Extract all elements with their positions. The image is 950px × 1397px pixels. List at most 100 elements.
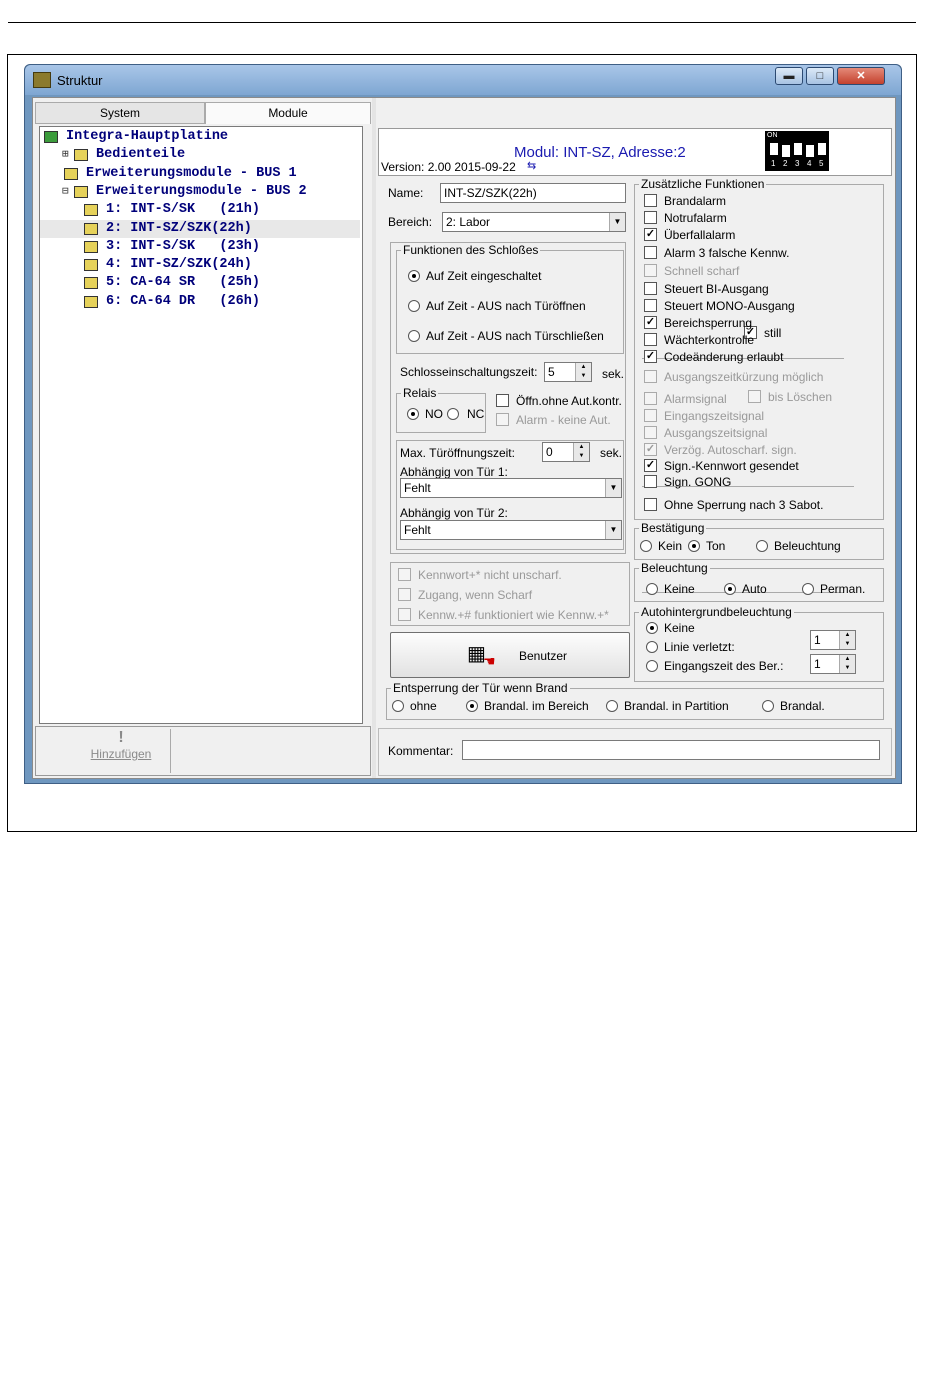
function-checkbox[interactable]: ✓ bbox=[644, 350, 657, 363]
benutzer-label: Benutzer bbox=[519, 649, 568, 663]
close-button[interactable]: ✕ bbox=[837, 67, 885, 85]
tab-system[interactable]: System bbox=[35, 102, 205, 124]
tree-item[interactable]: ⊞ Bedienteile bbox=[40, 146, 360, 164]
tree-item[interactable]: ⊟ Erweiterungsmodule - BUS 2 bbox=[40, 183, 360, 201]
dip-on-label: ON bbox=[767, 132, 778, 139]
relais-no-radio[interactable] bbox=[407, 408, 419, 420]
brand-radio[interactable] bbox=[392, 700, 404, 712]
function-checkbox[interactable]: ✓ bbox=[644, 228, 657, 241]
brand-label: Brandal. im Bereich bbox=[484, 699, 589, 713]
function-checkbox[interactable] bbox=[644, 333, 657, 346]
door2-label: Abhängig von Tür 2: bbox=[400, 506, 508, 520]
door-time-unit: sek. bbox=[600, 446, 623, 460]
relais-group: Relais NO NC bbox=[396, 386, 486, 433]
tree-item[interactable]: Erweiterungsmodule - BUS 1 bbox=[40, 165, 360, 183]
tree-item[interactable]: 1: INT-S/SK (21h) bbox=[40, 201, 360, 219]
password-option-checkbox[interactable] bbox=[398, 568, 411, 581]
function-label: Eingangszeitsignal bbox=[664, 409, 765, 423]
autobg-radio[interactable] bbox=[646, 622, 658, 634]
lock-function-radio[interactable] bbox=[408, 270, 420, 282]
password-option-checkbox[interactable] bbox=[398, 588, 411, 601]
function-label: Steuert MONO-Ausgang bbox=[664, 299, 795, 313]
relais-opt2-checkbox[interactable] bbox=[496, 413, 509, 426]
door-time-input[interactable]: 0 ▲ ▼ bbox=[542, 442, 590, 462]
function-checkbox[interactable] bbox=[644, 370, 657, 383]
lock-function-radio[interactable] bbox=[408, 330, 420, 342]
maximize-button[interactable]: □ bbox=[806, 67, 834, 85]
tree-item[interactable]: 4: INT-SZ/SZK(24h) bbox=[40, 256, 360, 274]
app-icon bbox=[33, 72, 51, 88]
beleuchtung-radio[interactable] bbox=[802, 583, 814, 595]
tab-module[interactable]: Module bbox=[205, 102, 371, 124]
function-checkbox[interactable] bbox=[644, 409, 657, 422]
expander-icon[interactable]: ⊞ bbox=[62, 146, 69, 164]
beleuchtung-radio[interactable] bbox=[724, 583, 736, 595]
bestaetigung-radio[interactable] bbox=[688, 540, 700, 552]
door-time-spinner[interactable]: ▲ ▼ bbox=[573, 443, 589, 461]
function-checkbox[interactable] bbox=[644, 475, 657, 488]
tree-item[interactable]: 5: CA-64 SR (25h) bbox=[40, 274, 360, 292]
dip-number: 3 bbox=[795, 159, 800, 168]
relais-title: Relais bbox=[401, 386, 439, 400]
bis-loeschen-checkbox[interactable] bbox=[748, 390, 761, 403]
function-checkbox[interactable] bbox=[644, 392, 657, 405]
dip-switch-lever bbox=[770, 143, 778, 155]
password-option-checkbox[interactable] bbox=[398, 608, 411, 621]
function-checkbox[interactable] bbox=[644, 426, 657, 439]
function-checkbox[interactable] bbox=[644, 299, 657, 312]
function-checkbox[interactable]: ✓ bbox=[644, 316, 657, 329]
beleuchtung-radio[interactable] bbox=[646, 583, 658, 595]
function-label: Alarmsignal bbox=[664, 392, 727, 406]
brand-radio[interactable] bbox=[606, 700, 618, 712]
function-checkbox[interactable] bbox=[644, 264, 657, 277]
additional-functions-title: Zusätzliche Funktionen bbox=[639, 177, 767, 191]
splitter[interactable] bbox=[372, 98, 376, 778]
tree-item-label: Erweiterungsmodule - BUS 2 bbox=[96, 183, 307, 199]
function-label: Sign.-Kennwort gesendet bbox=[664, 459, 799, 473]
module-tree[interactable]: Integra-Hauptplatine ⊞ Bedienteile Erweiter… bbox=[39, 126, 363, 724]
function-checkbox[interactable] bbox=[644, 282, 657, 295]
bereich-select[interactable]: 2: Labor ▼ bbox=[442, 212, 626, 232]
relais-nc-radio[interactable] bbox=[447, 408, 459, 420]
function-checkbox[interactable]: ✓ bbox=[644, 459, 657, 472]
function-checkbox[interactable] bbox=[644, 194, 657, 207]
dip-switch-lever bbox=[818, 143, 826, 155]
linie-value: 1 bbox=[814, 633, 821, 647]
eingangszeit-spinner[interactable]: ▲ ▼ bbox=[839, 655, 855, 673]
function-checkbox[interactable] bbox=[644, 211, 657, 224]
function-checkbox[interactable]: ✓ bbox=[644, 443, 657, 456]
function-checkbox[interactable] bbox=[644, 246, 657, 259]
autobg-radio[interactable] bbox=[646, 641, 658, 653]
lock-time-input[interactable]: 5 ▲ ▼ bbox=[544, 362, 592, 382]
relais-opt1-label: Öffn.ohne Aut.kontr. bbox=[516, 394, 622, 408]
tree-item[interactable]: 6: CA-64 DR (26h) bbox=[40, 293, 360, 311]
bestaetigung-radio[interactable] bbox=[640, 540, 652, 552]
brand-radio[interactable] bbox=[466, 700, 478, 712]
function-checkbox[interactable] bbox=[644, 498, 657, 511]
add-button-label: Hinzufügen bbox=[90, 747, 152, 761]
autobg-radio[interactable] bbox=[646, 660, 658, 672]
tree-item[interactable]: Integra-Hauptplatine bbox=[40, 128, 360, 146]
brand-radio[interactable] bbox=[762, 700, 774, 712]
eingangszeit-input[interactable]: 1 ▲ ▼ bbox=[810, 654, 856, 674]
linie-input[interactable]: 1 ▲ ▼ bbox=[810, 630, 856, 650]
refresh-icon[interactable]: ⇆ bbox=[527, 159, 536, 172]
bereich-label: Bereich: bbox=[388, 215, 433, 229]
struktur-window: Struktur ▬ □ ✕ System Module Integra-Hau… bbox=[24, 64, 902, 784]
lock-function-radio[interactable] bbox=[408, 300, 420, 312]
tree-item[interactable]: 3: INT-S/SK (23h) bbox=[40, 238, 360, 256]
expander-icon[interactable]: ⊟ bbox=[62, 183, 69, 201]
lock-time-spinner[interactable]: ▲ ▼ bbox=[575, 363, 591, 381]
linie-spinner[interactable]: ▲ ▼ bbox=[839, 631, 855, 649]
tree-item[interactable]: 2: INT-SZ/SZK(22h) bbox=[40, 219, 360, 238]
kommentar-input[interactable] bbox=[462, 740, 880, 760]
name-input[interactable]: INT-SZ/SZK(22h) bbox=[440, 183, 626, 203]
add-button[interactable]: ! Hinzufügen bbox=[76, 729, 166, 773]
dip-switch-lever bbox=[794, 143, 802, 155]
relais-opt1-checkbox[interactable] bbox=[496, 394, 509, 407]
door1-select[interactable]: Fehlt ▼ bbox=[400, 478, 622, 498]
minimize-button[interactable]: ▬ bbox=[775, 67, 803, 85]
door2-select[interactable]: Fehlt ▼ bbox=[400, 520, 622, 540]
bestaetigung-radio[interactable] bbox=[756, 540, 768, 552]
benutzer-button[interactable]: ▦ ☚ Benutzer bbox=[390, 632, 630, 678]
